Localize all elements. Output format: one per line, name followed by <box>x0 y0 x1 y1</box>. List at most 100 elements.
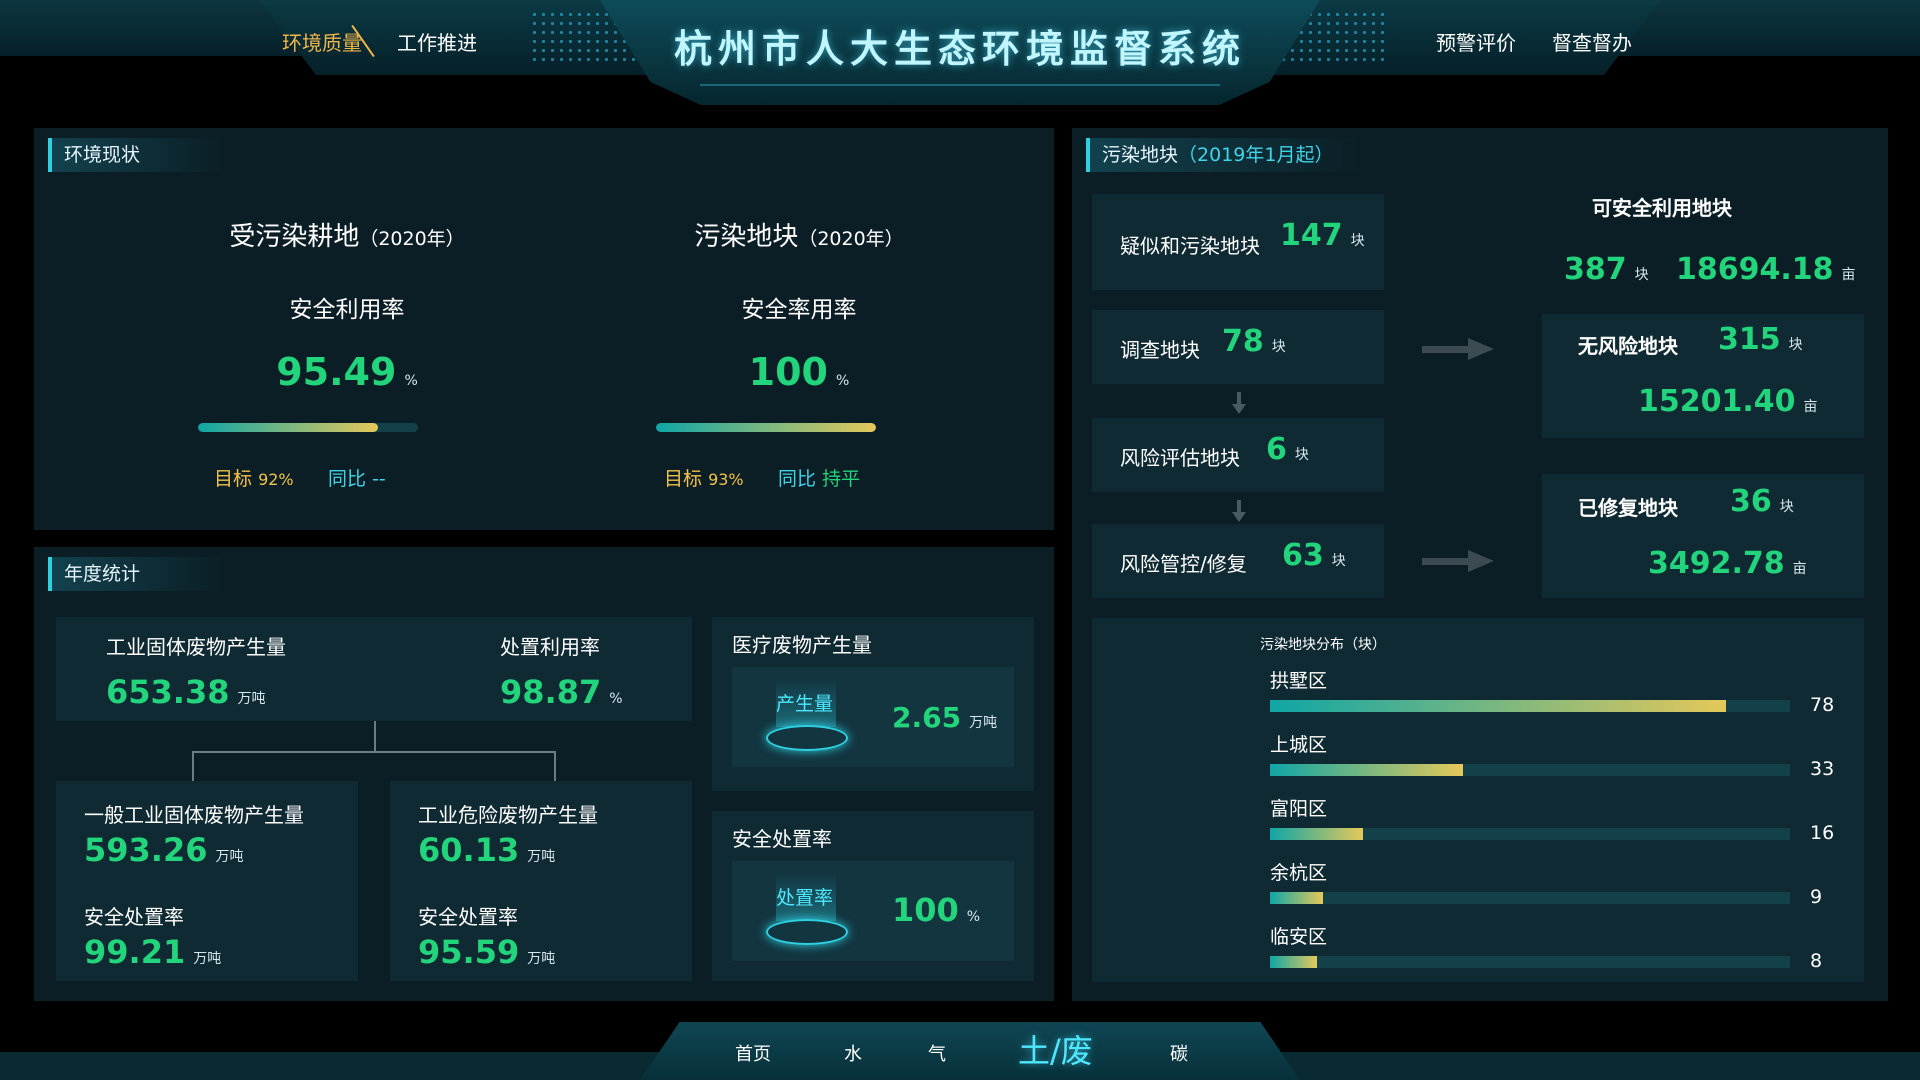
bottom-nav-air[interactable]: 气 <box>928 1040 946 1066</box>
survey-unit: 块 <box>1271 339 1286 355</box>
industrial-waste-card: 工业固体废物产生量 653.38 万吨 处置利用率 98.87% <box>56 617 692 721</box>
hazardous-value-row: 60.13 万吨 <box>418 831 555 869</box>
contaminated-title-bar: 污染地块（2019年1月起） <box>1086 138 1362 172</box>
chart-value-label: 9 <box>1810 886 1823 908</box>
suspected-label: 疑似和污染地块 <box>1120 234 1260 258</box>
no-risk-area-row: 15201.40 亩 <box>1638 384 1818 419</box>
disposal-value: 98.87 <box>500 673 602 711</box>
safe-unit: % <box>966 909 981 925</box>
chart-bar-track <box>1270 892 1790 904</box>
hazardous-unit: 万吨 <box>527 849 556 865</box>
nav-work-progress[interactable]: 工作推进 <box>397 27 477 56</box>
safe-use-count: 387 <box>1564 252 1627 287</box>
safe-use-count-unit: 块 <box>1634 267 1649 283</box>
farmland-progress-fill <box>198 423 379 432</box>
suspected-card: 疑似和污染地块 147 块 <box>1092 194 1384 290</box>
survey-value-row: 78 块 <box>1222 324 1286 359</box>
farmland-heading: 受污染耕地（2020年） <box>202 216 492 253</box>
chart-category-label: 余杭区 <box>1270 862 1328 884</box>
bottom-nav-carbon[interactable]: 碳 <box>1170 1040 1188 1066</box>
no-risk-label: 无风险地块 <box>1578 334 1678 358</box>
tree-connector-stem <box>374 721 376 751</box>
chart-category-label: 临安区 <box>1270 926 1328 948</box>
safe-use-count-row: 387 块 <box>1564 252 1649 287</box>
risk-eval-card: 风险评估地块 6块 <box>1092 418 1384 492</box>
medical-value: 2.65 <box>892 701 962 734</box>
contaminated-subtitle: （2019年1月起） <box>1178 144 1334 166</box>
repaired-count: 36 <box>1730 484 1772 519</box>
chart-bar-track <box>1270 764 1790 776</box>
bottom-nav-soil-waste[interactable]: 土/废 <box>1018 1026 1093 1072</box>
chart-value-label: 8 <box>1810 950 1823 972</box>
chart-bar <box>1270 764 1463 776</box>
chart-value-label: 33 <box>1810 758 1835 780</box>
no-risk-card: 无风险地块 315 块 15201.40 亩 <box>1542 314 1864 438</box>
chart-value-label: 16 <box>1810 822 1835 844</box>
general-rate-row: 99.21 万吨 <box>84 933 221 971</box>
risk-eval-unit: 块 <box>1294 447 1309 463</box>
chart-category-label: 拱墅区 <box>1270 670 1328 692</box>
plots-target: 目标 93% <box>664 464 744 491</box>
plots-metric: 安全率用率 <box>741 297 857 323</box>
safe-label: 安全处置率 <box>732 827 832 851</box>
nav-supervision[interactable]: 督查督办 <box>1552 27 1632 56</box>
contaminated-panel: 污染地块（2019年1月起） 疑似和污染地块 147 块 调查地块 78 块 风险评… <box>1072 128 1888 1001</box>
plots-target-label: 目标 <box>664 468 703 490</box>
no-risk-count: 315 <box>1718 322 1781 357</box>
medical-label: 医疗废物产生量 <box>732 633 872 657</box>
chart-bar <box>1270 700 1726 712</box>
plots-unit: % <box>836 373 850 389</box>
plots-yoy: 同比 持平 <box>778 464 860 491</box>
hazardous-rate-row: 95.59 万吨 <box>418 933 555 971</box>
suspected-value: 147 <box>1280 218 1343 253</box>
contaminated-title: 污染地块 <box>1102 144 1179 166</box>
farmland-yoy: 同比 -- <box>328 464 386 491</box>
medical-badge: 产生量 <box>776 693 834 715</box>
no-risk-area: 15201.40 <box>1638 384 1796 419</box>
plots-year: （2020年） <box>798 228 904 250</box>
chart-bar <box>1270 892 1323 904</box>
bottom-nav-water[interactable]: 水 <box>844 1040 862 1066</box>
disposal-label: 处置利用率 <box>500 635 600 659</box>
chart-bar-track <box>1270 956 1790 968</box>
farmland-target-label: 目标 <box>214 468 253 490</box>
no-risk-area-unit: 亩 <box>1803 399 1818 415</box>
repaired-area-unit: 亩 <box>1792 561 1807 577</box>
risk-control-card: 风险管控/修复 63 块 <box>1092 524 1384 598</box>
bottom-nav-home[interactable]: 首页 <box>735 1040 771 1066</box>
chart-category-label: 富阳区 <box>1270 798 1328 820</box>
plots-yoy-value: 持平 <box>822 468 861 490</box>
plots-value-row: 100% <box>654 350 944 394</box>
env-status-panel: 环境现状 受污染耕地（2020年） 安全利用率 95.49% 目标 92% 同比… <box>34 128 1054 530</box>
nav-warning-eval[interactable]: 预警评价 <box>1436 27 1516 56</box>
safe-use-label: 可安全利用地块 <box>1592 196 1732 220</box>
plots-progress-fill <box>656 423 876 432</box>
suspected-unit: 块 <box>1350 233 1365 249</box>
arrow-right-icon <box>1422 338 1494 360</box>
arrow-down-icon <box>1232 392 1246 416</box>
risk-control-unit: 块 <box>1331 553 1346 569</box>
farmland-target: 目标 92% <box>214 464 294 491</box>
farmland-value-row: 95.49% <box>202 350 492 394</box>
repaired-count-row: 36 块 <box>1730 484 1794 519</box>
hazardous-value: 60.13 <box>418 831 520 869</box>
repaired-area-row: 3492.78 亩 <box>1648 546 1807 581</box>
distribution-chart-card: 污染地块分布（块） 拱墅区 78 上城区 33 富阳区 16 余杭区 9 临安区 8 <box>1092 618 1864 982</box>
arrow-down-icon <box>1232 500 1246 524</box>
safe-use-area: 18694.18 <box>1676 252 1834 287</box>
tree-connector-right <box>554 751 556 781</box>
tree-connector-left <box>192 751 194 781</box>
plots-yoy-label: 同比 <box>778 468 817 490</box>
tree-connector-branch <box>192 751 556 753</box>
repaired-card: 已修复地块 36 块 3492.78 亩 <box>1542 474 1864 598</box>
chart-bar <box>1270 956 1317 968</box>
chart-value-label: 78 <box>1810 694 1835 716</box>
repaired-label: 已修复地块 <box>1578 496 1678 520</box>
medical-value-row: 2.65 万吨 <box>892 701 997 734</box>
safe-inner: 处置率 100% <box>732 861 1014 961</box>
chart-title: 污染地块分布（块） <box>1260 637 1386 653</box>
safe-pedestal-icon <box>766 873 848 953</box>
nav-env-quality[interactable]: 环境质量 <box>282 27 362 56</box>
plots-target-value: 93% <box>708 470 744 489</box>
survey-value: 78 <box>1222 324 1264 359</box>
